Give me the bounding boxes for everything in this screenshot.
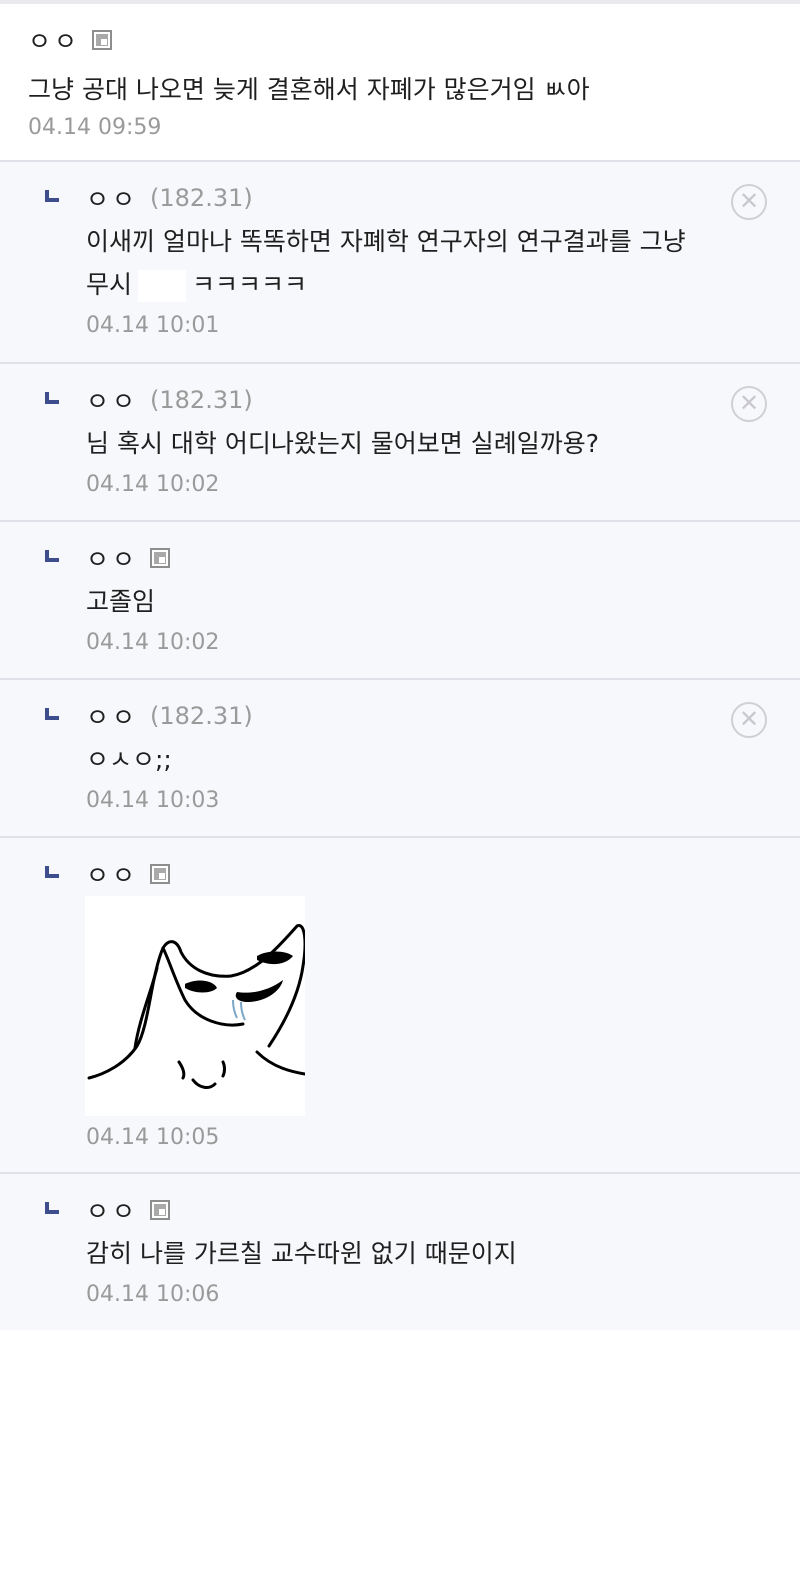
fixed-nick-badge-icon: [150, 1200, 171, 1220]
reply-item: ㅇㅇ (182.31) 이새끼 얼마나 똑똑하면 자폐학 연구자의 연구결과를 …: [0, 162, 800, 364]
nickname[interactable]: ㅇㅇ: [28, 22, 80, 58]
wojak-drawing: [87, 924, 307, 1089]
fixed-nick-badge-icon: [150, 548, 171, 568]
reply-arrow-icon: [45, 866, 59, 878]
empty-area: [0, 1330, 800, 1575]
wojak-meme-image[interactable]: [85, 896, 307, 1116]
comment-date: 04.14 10:03: [86, 788, 220, 813]
close-circle-icon: ✕: [738, 705, 760, 733]
nickname[interactable]: ㅇㅇ: [86, 540, 138, 576]
nickname[interactable]: ㅇㅇ: [86, 382, 138, 418]
reply-item: ㅇㅇ 04.14 10:05: [0, 838, 800, 1174]
reply-arrow-icon: [45, 1202, 59, 1214]
comment-date: 04.14 10:06: [86, 1282, 220, 1307]
delete-button[interactable]: ✕: [731, 386, 767, 422]
comment-page: ㅇㅇ 그냥 공대 나오면 늦게 결혼해서 자폐가 많은거임 ㅄ아 04.14 0…: [0, 0, 800, 1577]
comment-date: 04.14 09:59: [28, 115, 162, 140]
reply-arrow-icon: [45, 550, 59, 562]
blurred-word: [138, 270, 187, 302]
comment-main: ㅇㅇ 그냥 공대 나오면 늦게 결혼해서 자폐가 많은거임 ㅄ아 04.14 0…: [0, 4, 800, 162]
reply-item: ㅇㅇ (182.31) ㅇㅅㅇ;; 04.14 10:03 ✕: [0, 680, 800, 838]
nickname[interactable]: ㅇㅇ: [86, 1192, 138, 1228]
ip-address: (182.31): [150, 702, 253, 730]
delete-button[interactable]: ✕: [731, 184, 767, 220]
comment-text-line2: 무시: [86, 270, 133, 299]
comment-header: ㅇㅇ (182.31): [86, 180, 772, 216]
nickname[interactable]: ㅇㅇ: [86, 180, 138, 216]
close-circle-icon: ✕: [738, 389, 760, 417]
comment-header: ㅇㅇ: [28, 22, 772, 58]
reply-arrow-icon: [45, 392, 59, 404]
close-circle-icon: ✕: [738, 187, 760, 215]
fixed-nick-badge-icon: [92, 30, 113, 50]
delete-button[interactable]: ✕: [731, 702, 767, 738]
ip-address: (182.31): [150, 386, 253, 414]
reply-item: ㅇㅇ 고졸임 04.14 10:02: [0, 522, 800, 680]
reply-item: ㅇㅇ 감히 나를 가르칠 교수따윈 없기 때문이지 04.14 10:06: [0, 1174, 800, 1330]
comment-header: ㅇㅇ: [86, 1192, 772, 1228]
comment-header: ㅇㅇ: [86, 540, 772, 576]
ip-address: (182.31): [150, 184, 253, 212]
comment-text: 그냥 공대 나오면 늦게 결혼해서 자폐가 많은거임 ㅄ아: [28, 75, 590, 104]
comment-date: 04.14 10:01: [86, 313, 220, 338]
comment-text: 고졸임: [86, 587, 156, 616]
comment-date: 04.14 10:05: [86, 1125, 220, 1150]
comment-header: ㅇㅇ: [86, 856, 772, 892]
comment-text: 이새끼 얼마나 똑똑하면 자폐학 연구자의 연구결과를 그냥 무시 ㅋㅋㅋㅋㅋ: [86, 220, 772, 306]
fixed-nick-badge-icon: [150, 864, 171, 884]
comment-header: ㅇㅇ (182.31): [86, 382, 772, 418]
comment-text-laugh: ㅋㅋㅋㅋㅋ: [192, 270, 308, 299]
comment-date: 04.14 10:02: [86, 630, 220, 655]
reply-item: ㅇㅇ (182.31) 님 혹시 대학 어디나왔는지 물어보면 실례일까용? 0…: [0, 364, 800, 522]
reply-arrow-icon: [45, 708, 59, 720]
nickname[interactable]: ㅇㅇ: [86, 698, 138, 734]
nickname[interactable]: ㅇㅇ: [86, 856, 138, 892]
comment-text: 감히 나를 가르칠 교수따윈 없기 때문이지: [86, 1239, 517, 1268]
comment-text: 님 혹시 대학 어디나왔는지 물어보면 실례일까용?: [86, 429, 600, 458]
comment-text: ㅇㅅㅇ;;: [86, 745, 172, 774]
comment-text-line1: 이새끼 얼마나 똑똑하면 자폐학 연구자의 연구결과를 그냥: [86, 227, 686, 256]
reply-arrow-icon: [45, 190, 59, 202]
comment-header: ㅇㅇ (182.31): [86, 698, 772, 734]
comment-date: 04.14 10:02: [86, 472, 220, 497]
